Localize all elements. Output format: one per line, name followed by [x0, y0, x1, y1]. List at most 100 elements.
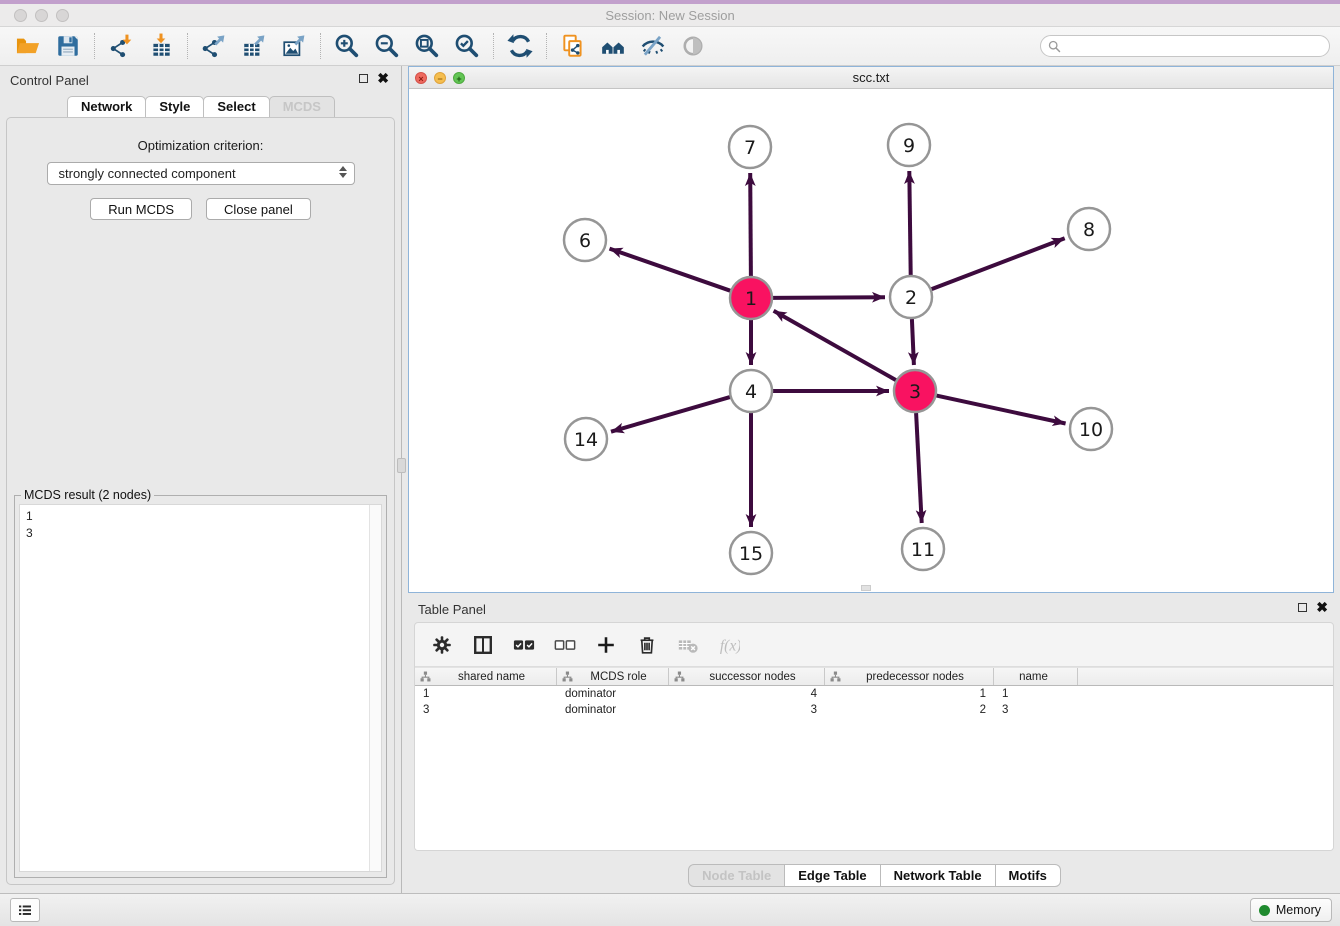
memory-status-icon	[1259, 905, 1270, 916]
export-table-button[interactable]	[234, 30, 274, 62]
graph-edge-2-9[interactable]	[909, 171, 910, 275]
clone-network-button[interactable]	[553, 30, 593, 62]
criterion-select[interactable]: strongly connected component	[47, 162, 355, 185]
table-panel: Table Panel ✖ f(x) shared nameMCDS roles…	[408, 595, 1340, 893]
zoom-fit-icon	[414, 33, 440, 59]
tree-icon	[830, 671, 841, 682]
table-cell[interactable]: 3	[994, 702, 1078, 718]
float-table-panel-icon[interactable]	[1298, 603, 1307, 612]
run-mcds-button[interactable]: Run MCDS	[90, 198, 192, 220]
table-cell[interactable]: 1	[825, 686, 994, 702]
graph-node-14[interactable]: 14	[565, 418, 607, 460]
add-row-icon	[595, 634, 617, 656]
graph-edge-1-2[interactable]	[773, 297, 885, 298]
first-neighbors-button[interactable]	[593, 30, 633, 62]
export-network-button[interactable]	[194, 30, 234, 62]
table-row[interactable]: 1dominator411	[415, 686, 1333, 702]
column-label: successor nodes	[685, 671, 824, 683]
tab-node-table[interactable]: Node Table	[688, 864, 785, 887]
show-columns-button[interactable]	[468, 630, 498, 660]
status-bar: Memory	[0, 893, 1340, 926]
import-network-button[interactable]	[101, 30, 141, 62]
import-table-button[interactable]	[141, 30, 181, 62]
table-cell[interactable]: dominator	[557, 686, 669, 702]
task-history-button[interactable]	[10, 898, 40, 922]
open-session-button[interactable]	[8, 30, 48, 62]
graph-edge-1-6[interactable]	[610, 249, 731, 291]
tab-select[interactable]: Select	[203, 96, 269, 117]
column-header-shared-name[interactable]: shared name	[415, 668, 557, 685]
memory-button[interactable]: Memory	[1250, 898, 1332, 922]
result-scrollbar[interactable]	[369, 505, 381, 871]
tab-motifs[interactable]: Motifs	[995, 864, 1061, 887]
search-input[interactable]	[1065, 37, 1329, 55]
graph-node-3[interactable]: 3	[894, 370, 936, 412]
show-all-button[interactable]	[673, 30, 713, 62]
show-columns-icon	[472, 634, 494, 656]
svg-text:2: 2	[905, 287, 917, 309]
tab-network-table[interactable]: Network Table	[880, 864, 996, 887]
column-label: shared name	[431, 671, 556, 683]
table-cell[interactable]: dominator	[557, 702, 669, 718]
graph-node-6[interactable]: 6	[564, 219, 606, 261]
zoom-out-button[interactable]	[367, 30, 407, 62]
close-table-panel-icon[interactable]: ✖	[1316, 602, 1328, 613]
graph-node-2[interactable]: 2	[890, 276, 932, 318]
table-cell[interactable]: 3	[669, 702, 825, 718]
table-cell[interactable]: 4	[669, 686, 825, 702]
tab-style[interactable]: Style	[145, 96, 204, 117]
hide-selected-button[interactable]	[633, 30, 673, 62]
graph-edge-3-10[interactable]	[937, 396, 1066, 424]
graph-node-11[interactable]: 11	[902, 528, 944, 570]
tab-mcds[interactable]: MCDS	[269, 96, 335, 117]
export-table-icon	[241, 33, 267, 59]
table-row[interactable]: 3dominator323	[415, 702, 1333, 718]
table-cell[interactable]: 1	[415, 686, 557, 702]
splitter-grip[interactable]	[397, 458, 406, 473]
refresh-layout-button[interactable]	[500, 30, 540, 62]
graph-edge-1-7[interactable]	[750, 173, 751, 276]
graph-edge-2-3[interactable]	[912, 319, 914, 365]
table-cell[interactable]: 2	[825, 702, 994, 718]
mcds-result-text[interactable]: 13	[19, 504, 382, 872]
table-settings-button[interactable]	[427, 630, 457, 660]
table-cell[interactable]: 1	[994, 686, 1078, 702]
graph-edge-2-8[interactable]	[932, 238, 1065, 289]
delete-row-button[interactable]	[632, 630, 662, 660]
graph-edge-4-14[interactable]	[611, 397, 730, 432]
export-image-button[interactable]	[274, 30, 314, 62]
column-header-MCDS-role[interactable]: MCDS role	[557, 668, 669, 685]
select-all-button[interactable]	[509, 630, 539, 660]
tree-icon	[420, 671, 431, 682]
float-panel-icon[interactable]	[359, 74, 368, 83]
tab-network[interactable]: Network	[67, 96, 146, 117]
zoom-selected-button[interactable]	[447, 30, 487, 62]
column-header-predecessor-nodes[interactable]: predecessor nodes	[825, 668, 994, 685]
graph-node-15[interactable]: 15	[730, 532, 772, 574]
svg-text:8: 8	[1083, 219, 1095, 241]
result-line: 3	[26, 525, 381, 542]
graph-node-9[interactable]: 9	[888, 124, 930, 166]
graph-node-8[interactable]: 8	[1068, 208, 1110, 250]
graph-edge-3-11[interactable]	[916, 413, 922, 523]
graph-node-1[interactable]: 1	[730, 277, 772, 319]
graph-node-4[interactable]: 4	[730, 370, 772, 412]
open-session-icon	[15, 33, 41, 59]
unselect-all-button[interactable]	[550, 630, 580, 660]
tab-edge-table[interactable]: Edge Table	[784, 864, 880, 887]
column-header-name[interactable]: name	[994, 668, 1078, 685]
network-scroll-grip[interactable]	[861, 585, 871, 591]
network-canvas[interactable]: 7 9 6 8 1 2 4 3 14 10 15 11	[409, 89, 1333, 592]
table-cell[interactable]: 3	[415, 702, 557, 718]
close-panel-button[interactable]: Close panel	[206, 198, 311, 220]
control-panel-title: Control Panel	[10, 73, 89, 88]
graph-node-10[interactable]: 10	[1070, 408, 1112, 450]
close-panel-icon[interactable]: ✖	[377, 73, 389, 84]
column-header-successor-nodes[interactable]: successor nodes	[669, 668, 825, 685]
graph-node-7[interactable]: 7	[729, 126, 771, 168]
zoom-fit-button[interactable]	[407, 30, 447, 62]
graph-edge-3-1[interactable]	[774, 311, 896, 380]
zoom-in-button[interactable]	[327, 30, 367, 62]
save-session-button[interactable]	[48, 30, 88, 62]
add-row-button[interactable]	[591, 630, 621, 660]
